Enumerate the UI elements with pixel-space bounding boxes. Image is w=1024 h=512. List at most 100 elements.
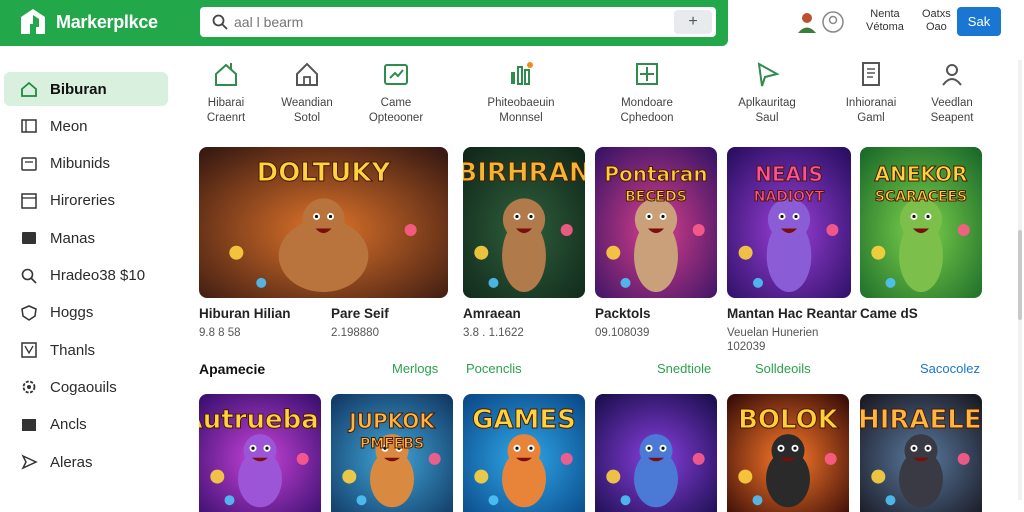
- game-card-image[interactable]: [595, 394, 717, 512]
- block-icon: [22, 418, 36, 431]
- header-cta-button[interactable]: Sak: [957, 7, 1001, 36]
- game-card-title[interactable]: Packtols: [595, 306, 651, 321]
- game-card-title[interactable]: Came dS: [860, 306, 918, 321]
- gear-icon: [22, 380, 36, 394]
- scrollbar-thumb[interactable]: [1018, 230, 1022, 320]
- svg-text:ANEKOR: ANEKOR: [875, 162, 968, 186]
- sidebar-item[interactable]: Cogaouils: [4, 370, 168, 404]
- section-link[interactable]: Snedtiole: [657, 361, 711, 376]
- brand-name[interactable]: Markerplkce: [56, 12, 158, 33]
- section-link[interactable]: Pocenclis: [466, 361, 522, 376]
- search-bar[interactable]: +: [200, 7, 716, 37]
- category-label: Weandian Sotol: [281, 97, 333, 124]
- sidebar-item-label: Aleras: [50, 453, 93, 471]
- game-card-image[interactable]: Pontaran BECEDS: [595, 147, 717, 298]
- category-label: Hibarai Craenrt: [206, 97, 246, 124]
- game-card-image[interactable]: JUPKOK PMFEBS: [331, 394, 453, 512]
- section-link[interactable]: Solldeoils: [755, 361, 811, 376]
- sidebar-item-label: Hradeo38 $10: [50, 267, 146, 284]
- category-item[interactable]: Veedlan Seapent: [907, 60, 997, 126]
- sidebar: Biburan Meon Mibunids Hiroreries Manas Hradeo…: [0, 64, 180, 512]
- svg-text:NEAIS: NEAIS: [755, 162, 823, 186]
- svg-text:GAMES: GAMES: [472, 405, 576, 435]
- game-card-image[interactable]: ANEKOR SCARACEES: [860, 147, 982, 298]
- marketplace-logo-icon[interactable]: [18, 7, 48, 37]
- sidebar-item-label: Biburan: [50, 80, 107, 98]
- sidebar-item[interactable]: Mibunids: [4, 147, 168, 181]
- shield-icon: [21, 304, 37, 321]
- section-title: Apamecie: [199, 361, 266, 377]
- game-card-image[interactable]: THIRAELEK: [860, 394, 982, 512]
- sidebar-item[interactable]: Aleras: [4, 445, 168, 479]
- sidebar-item-label: Manas: [50, 229, 96, 247]
- plus-box-icon: [636, 63, 658, 85]
- category-label: Veedlan Seapent: [930, 97, 974, 124]
- game-card-meta: 9.8 8 58: [199, 327, 241, 339]
- game-card-title[interactable]: Mantan Hac Reantar: [727, 306, 857, 321]
- svg-text:THIRAELEK: THIRAELEK: [860, 405, 982, 435]
- game-card-image[interactable]: GAMES: [463, 394, 585, 512]
- send-icon: [21, 454, 38, 470]
- game-card-image[interactable]: Autrueban: [199, 394, 321, 512]
- search-icon: [212, 14, 228, 30]
- arrow-icon: [757, 62, 780, 87]
- svg-text:DOLTUKY: DOLTUKY: [257, 158, 392, 188]
- category-label: Mondoare Cphedoon: [620, 97, 674, 124]
- category-label: Inhioranai Gaml: [845, 97, 897, 124]
- sidebar-item-label: Hiroreries: [50, 192, 116, 210]
- sidebar-item-label: Ancls: [50, 416, 87, 434]
- game-card-title[interactable]: Amraean: [463, 306, 521, 321]
- bars-icon: [511, 62, 533, 85]
- sidebar-item-label: Mibunids: [50, 155, 111, 173]
- sidebar-item[interactable]: Biburan: [4, 72, 168, 106]
- account-menu[interactable]: Nenta Vétoma: [866, 8, 904, 34]
- svg-text:BIRHRAN: BIRHRAN: [463, 158, 585, 188]
- game-card-image[interactable]: BOLOK: [727, 394, 849, 512]
- category-item[interactable]: Weandian Sotol: [262, 60, 352, 126]
- sidebar-item-label: Hoggs: [50, 304, 94, 322]
- top-header: Markerplkce + Nenta Vétoma Oatxs Oao Sak: [0, 0, 1024, 48]
- section-link[interactable]: Sacocolez: [920, 361, 980, 376]
- search-icon: [21, 268, 37, 284]
- category-item[interactable]: Aplkauritag Saul: [722, 60, 812, 126]
- flag-icon: [21, 342, 37, 358]
- category-label: Came Opteooner: [368, 97, 424, 124]
- category-item[interactable]: Inhioranai Gaml: [826, 60, 916, 126]
- sidebar-item[interactable]: Manas: [4, 221, 168, 255]
- sidebar-item[interactable]: Hoggs: [4, 296, 168, 330]
- sidebar-item[interactable]: Hiroreries: [4, 184, 168, 218]
- svg-text:JUPKOK: JUPKOK: [347, 409, 436, 433]
- profile-icon[interactable]: [821, 10, 845, 34]
- search-input[interactable]: [234, 11, 654, 33]
- category-item[interactable]: Phiteobaeuin Monnsel: [476, 60, 566, 126]
- category-item[interactable]: Came Opteooner: [351, 60, 441, 126]
- game-card-title[interactable]: Hiburan Hilian: [199, 306, 291, 321]
- svg-text:BECEDS: BECEDS: [625, 189, 687, 205]
- game-card-title[interactable]: Pare Seif: [331, 306, 389, 321]
- section-link[interactable]: Merlogs: [392, 361, 438, 376]
- game-card-image[interactable]: DOLTUKY: [199, 147, 448, 298]
- sidebar-item[interactable]: Thanls: [4, 333, 168, 367]
- game-card-image[interactable]: BIRHRAN: [463, 147, 585, 298]
- sidebar-item[interactable]: Hradeo38 $10: [4, 259, 168, 293]
- user-avatar-icon[interactable]: [795, 10, 819, 34]
- house-icon: [296, 62, 318, 86]
- account-line1: Nenta: [870, 8, 900, 20]
- sidebar-item-label: Meon: [50, 117, 88, 135]
- game-card-meta: 3.8 . 1.1622: [463, 327, 524, 339]
- svg-text:NADIOYT: NADIOYT: [754, 189, 825, 205]
- svg-text:Autrueban: Autrueban: [199, 405, 321, 435]
- game-card-image[interactable]: NEAIS NADIOYT: [727, 147, 851, 298]
- sidebar-item[interactable]: Ancls: [4, 408, 168, 442]
- sidebar-item[interactable]: Meon: [4, 109, 168, 143]
- game-card-meta: Veuelan Hunerien 102039: [727, 327, 819, 353]
- category-item[interactable]: Mondoare Cphedoon: [602, 60, 692, 126]
- square-icon: [21, 156, 37, 171]
- search-add-button[interactable]: +: [674, 10, 712, 34]
- status-menu[interactable]: Oatxs Oao: [922, 8, 951, 34]
- sidebar-item-label: Thanls: [50, 341, 96, 359]
- category-item[interactable]: Hibarai Craenrt: [181, 60, 271, 126]
- status-line1: Oatxs: [922, 8, 951, 20]
- user-icon: [942, 64, 962, 86]
- home-plus-icon: [215, 63, 237, 86]
